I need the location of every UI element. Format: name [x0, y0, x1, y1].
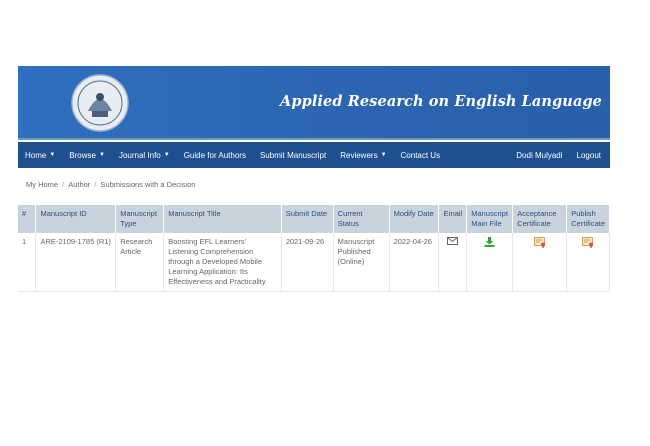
col-manuscript-title[interactable]: Manuscript Title: [163, 205, 282, 233]
cell-manuscript-title[interactable]: Boosting EFL Learners' Listening Compreh…: [163, 233, 282, 292]
nav-user-name[interactable]: Dodi Mulyadi: [509, 142, 569, 168]
nav-journal-info-label: Journal Info: [118, 150, 161, 160]
caret-down-icon: ▼: [49, 152, 56, 158]
breadcrumb-my-home[interactable]: My Home: [26, 180, 58, 189]
table-row: 1 ARE-2109-1785 (R1) Research Article Bo…: [18, 233, 610, 292]
table-header-row: # Manuscript ID Manuscript Type Manuscri…: [18, 205, 610, 233]
cell-publish-certificate: [566, 233, 610, 292]
cell-acceptance-certificate: [512, 233, 568, 292]
caret-down-icon: ▼: [380, 152, 387, 158]
cell-number: 1: [18, 233, 37, 292]
nav-browse[interactable]: Browse ▼: [62, 142, 112, 168]
nav-logout[interactable]: Logout: [570, 142, 610, 168]
col-manuscript-type[interactable]: Manuscript Type: [115, 205, 165, 233]
university-logo[interactable]: [70, 73, 130, 133]
nav-contact-us[interactable]: Contact Us: [394, 142, 448, 168]
col-modify-date[interactable]: Modify Date: [389, 205, 440, 233]
envelope-icon[interactable]: [447, 237, 459, 245]
col-acceptance-certificate: Acceptance Certificate: [512, 205, 568, 233]
nav-home[interactable]: Home ▼: [18, 142, 62, 168]
cell-email: [438, 233, 468, 292]
cell-manuscript-type: Research Article: [115, 233, 165, 292]
breadcrumb: My Home / Author / Submissions with a Decisi…: [26, 180, 195, 189]
certificate-icon[interactable]: [533, 237, 546, 248]
site-header: Applied Research on English Language: [18, 66, 610, 140]
col-submit-date[interactable]: Submit Date: [281, 205, 334, 233]
cell-main-file: [466, 233, 514, 292]
breadcrumb-author[interactable]: Author: [68, 180, 90, 189]
col-current-status[interactable]: Current Status: [333, 205, 390, 233]
col-number: #: [18, 205, 37, 233]
caret-down-icon: ▼: [98, 152, 105, 158]
cell-modify-date: 2022-04-26: [389, 233, 440, 292]
breadcrumb-current: Submissions with a Decision: [100, 180, 196, 189]
cell-manuscript-id[interactable]: ARE-2109-1785 (R1): [35, 233, 117, 292]
nav-guide-for-authors[interactable]: Guide for Authors: [177, 142, 253, 168]
col-email: Email: [438, 205, 468, 233]
nav-reviewers-label: Reviewers: [340, 150, 378, 160]
certificate-icon[interactable]: [582, 237, 594, 248]
breadcrumb-separator: /: [62, 180, 65, 189]
nav-home-label: Home: [25, 150, 47, 160]
nav-submit-manuscript[interactable]: Submit Manuscript: [253, 142, 333, 168]
caret-down-icon: ▼: [163, 152, 170, 158]
cell-submit-date: 2021-09-26: [281, 233, 334, 292]
nav-browse-label: Browse: [69, 150, 96, 160]
col-manuscript-id[interactable]: Manuscript ID: [35, 205, 117, 233]
download-icon[interactable]: [484, 237, 495, 247]
nav-journal-info[interactable]: Journal Info ▼: [112, 142, 177, 168]
col-main-file: Manuscript Main File: [466, 205, 514, 233]
nav-reviewers[interactable]: Reviewers ▼: [333, 142, 393, 168]
breadcrumb-separator: /: [94, 180, 97, 189]
col-publish-certificate: Publish Certificate: [566, 205, 610, 233]
cell-current-status: Manuscript Published (Online): [333, 233, 390, 292]
submissions-table: # Manuscript ID Manuscript Type Manuscri…: [18, 205, 610, 292]
main-navbar: Home ▼ Browse ▼ Journal Info ▼ Guide for Au…: [18, 142, 610, 168]
site-title[interactable]: Applied Research on English Language: [280, 93, 602, 110]
